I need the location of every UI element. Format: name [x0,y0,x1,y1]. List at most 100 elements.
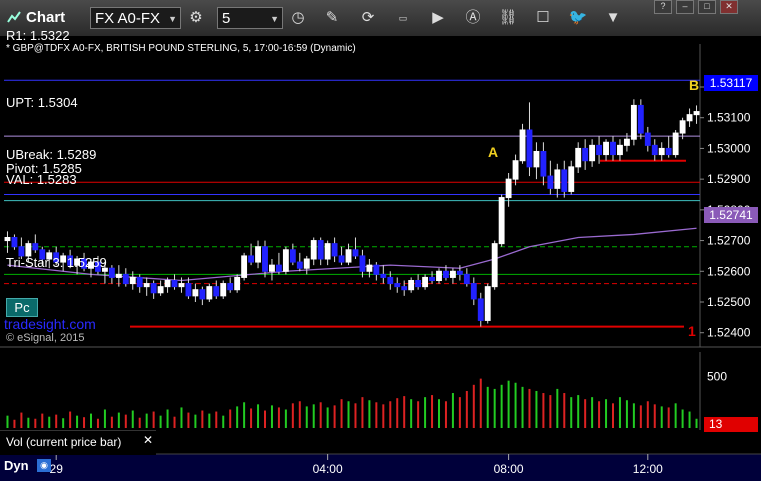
candle-body [491,243,498,288]
candle-body [596,144,603,156]
candle-body [206,286,213,300]
candle-body [317,240,324,260]
dyn-label[interactable]: Dyn [4,458,29,473]
candle-body [32,243,39,251]
candle-body [366,264,373,272]
interval-dropdown-icon[interactable]: ▼ [270,8,279,30]
pencil-icon[interactable]: ✎ [322,8,342,28]
candle-body [401,286,408,291]
candle-body [171,280,178,288]
candle-body [248,255,255,263]
time-tick-label: 29 [50,462,64,476]
price-badge-ma: 1.52741 [704,207,758,223]
candle-body [610,141,616,156]
candle-body [463,273,470,285]
candle-body [498,197,505,245]
chart-app-icon [7,10,21,24]
symbol-value: FX A0-FX [95,10,161,27]
clock-icon[interactable]: ◷ [288,8,308,28]
candle-body [108,267,115,278]
candle-body [533,151,540,168]
candle-body [672,132,679,156]
candle-body [157,286,164,294]
candle-body [484,286,491,321]
candle-body [693,111,700,116]
level-label-tristar: Tri-Star 3: 1.5259 [6,255,107,270]
settings-icon[interactable]: ⚙ [186,8,206,28]
watermark: tradesight.com [4,316,96,332]
candle-body [470,283,477,300]
candle-body [241,255,248,278]
pc-button[interactable]: Pc [6,298,38,317]
candle-body [296,261,303,269]
price-tick-label: 1.52900 [707,172,751,186]
r1-label: R1: 1.5322 [6,28,70,43]
camera-icon[interactable]: ◉ [37,459,51,472]
chart-window: Chart FX A0-FX ▼ ⚙ 5 ▼ ◷ ✎ ⟳ ▭ ▶ Ⓐ ⛓ ☐ 🐦… [0,0,761,481]
app-title: Chart [26,9,66,26]
help-button[interactable]: ? [654,0,672,14]
candle-body [178,283,185,288]
price-tick-label: 1.53000 [707,141,751,155]
candle-body [289,249,296,263]
candle-body [192,289,199,297]
candle-body [143,283,150,288]
candle-body [227,283,234,291]
close-button[interactable]: ✕ [720,0,738,14]
level-label-ubreak: UBreak: 1.5289 [6,147,97,162]
volume-panel-title: Vol (current price bar) ✕ [0,430,156,455]
candle-body [547,175,554,189]
candle-body [415,280,422,288]
play-icon[interactable]: ▶ [428,8,448,28]
annotation-a: A [488,144,499,160]
candle-body [540,151,547,177]
price-tick-label: 1.52600 [707,264,751,278]
candle-body [136,276,143,288]
refresh-icon[interactable]: ⟳ [358,8,378,28]
candle-body [352,249,359,257]
symbol-field[interactable]: FX A0-FX ▼ [90,7,181,29]
level-label-upt: UPT: 1.5304 [6,95,78,110]
candle-body [561,169,568,192]
candle-body [185,283,192,297]
symbol-dropdown-icon[interactable]: ▼ [168,8,177,30]
candle-body [679,120,686,134]
price-chart[interactable]: 1.532001.531001.530001.529001.528001.527… [0,36,761,481]
price-badge-last-value: 1.53117 [709,76,753,90]
price-badge-ma-value: 1.52741 [709,208,753,222]
quote-icon[interactable]: ▭ [393,8,413,28]
candle-body [373,264,380,275]
candle-body [164,280,171,288]
candle-body [443,270,449,278]
candle-body [129,276,136,285]
candle-body [456,270,463,275]
time-tick-label: 08:00 [494,462,524,476]
candle-body [338,255,345,263]
twitter-icon[interactable]: 🐦 [568,8,588,28]
candle-body [568,166,575,192]
candle-body [122,273,129,285]
more-dropdown-icon[interactable]: ▼ [603,8,623,28]
candle-body [359,255,366,272]
candle-body [603,141,609,156]
minimize-button[interactable]: – [676,0,694,14]
candle-body [630,104,637,140]
toolbar: Chart FX A0-FX ▼ ⚙ 5 ▼ ◷ ✎ ⟳ ▭ ▶ Ⓐ ⛓ ☐ 🐦… [0,0,761,37]
price-badge-last: 1.53117 [704,75,758,91]
candle-body [345,249,352,263]
candle-body [505,178,512,199]
candle-body [220,283,227,297]
candle-body [255,246,261,263]
candle-body [408,280,415,291]
volume-close-icon[interactable]: ✕ [143,433,153,447]
interval-field[interactable]: 5 ▼ [217,7,283,29]
maximize-button[interactable]: □ [698,0,716,14]
alert-icon[interactable]: Ⓐ [463,8,483,28]
comment-icon[interactable]: ☐ [533,8,553,28]
candle-body [519,129,526,162]
link-icon[interactable]: ⛓ [498,8,518,28]
price-tick-label: 1.52400 [707,326,751,340]
candle-body [282,249,289,272]
candle-body [651,144,658,156]
candle-body [275,264,282,272]
